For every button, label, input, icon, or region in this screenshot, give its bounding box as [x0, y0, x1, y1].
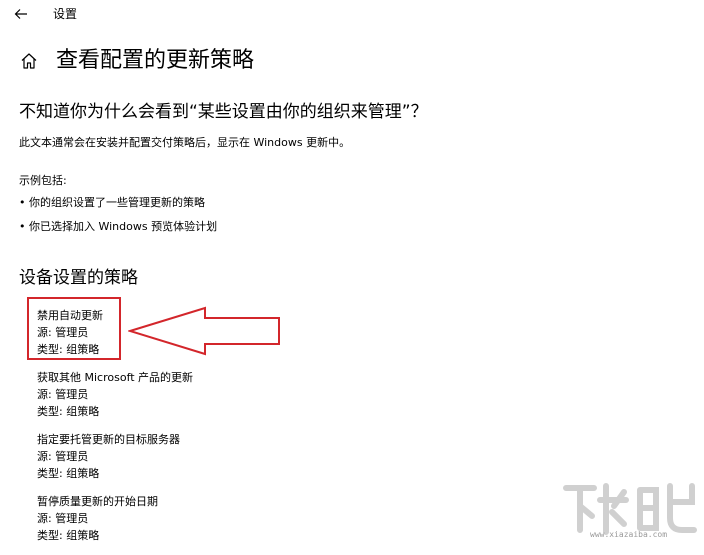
app-title: 设置	[53, 7, 78, 21]
policy-item[interactable]: 暂停质量更新的开始日期 源: 管理员 类型: 组策略	[37, 493, 193, 555]
page-title: 查看配置的更新策略	[56, 48, 255, 73]
back-arrow-icon	[14, 9, 27, 19]
list-item: • 你的组织设置了一些管理更新的策略	[19, 196, 217, 220]
policy-name: 暂停质量更新的开始日期	[37, 495, 158, 508]
home-icon	[21, 53, 37, 69]
policy-name: 获取其他 Microsoft 产品的更新	[37, 371, 194, 384]
policy-source: 源: 管理员	[37, 450, 89, 463]
description-text: 此文本通常会在安装并配置交付策略后，显示在 Windows 更新中。	[19, 136, 351, 149]
bullet-glyph: •	[19, 220, 26, 233]
example-text: 你已选择加入 Windows 预览体验计划	[29, 220, 218, 233]
policy-item[interactable]: 获取其他 Microsoft 产品的更新 源: 管理员 类型: 组策略	[37, 369, 193, 431]
policy-type: 类型: 组策略	[37, 405, 100, 418]
back-button[interactable]	[10, 4, 32, 24]
examples-list: • 你的组织设置了一些管理更新的策略 • 你已选择加入 Windows 预览体验计划	[19, 196, 217, 244]
example-text: 你的组织设置了一些管理更新的策略	[29, 196, 205, 209]
title-bar: 设置	[0, 0, 704, 28]
examples-label: 示例包括:	[19, 174, 67, 187]
annotation-arrow-icon	[128, 306, 280, 356]
list-item: • 你已选择加入 Windows 预览体验计划	[19, 220, 217, 244]
policy-item[interactable]: 指定要托管更新的目标服务器 源: 管理员 类型: 组策略	[37, 431, 193, 493]
policy-source: 源: 管理员	[37, 388, 89, 401]
policies-heading: 设备设置的策略	[19, 268, 138, 288]
annotation-highlight-box	[27, 297, 121, 360]
watermark-text: www.xiazaiba.com	[590, 530, 668, 539]
policy-name: 指定要托管更新的目标服务器	[37, 433, 180, 446]
bullet-glyph: •	[19, 196, 26, 209]
policy-source: 源: 管理员	[37, 512, 89, 525]
policy-type: 类型: 组策略	[37, 529, 100, 542]
question-heading: 不知道你为什么会看到“某些设置由你的组织来管理”？	[19, 102, 428, 122]
policy-type: 类型: 组策略	[37, 467, 100, 480]
home-button[interactable]	[20, 52, 40, 70]
